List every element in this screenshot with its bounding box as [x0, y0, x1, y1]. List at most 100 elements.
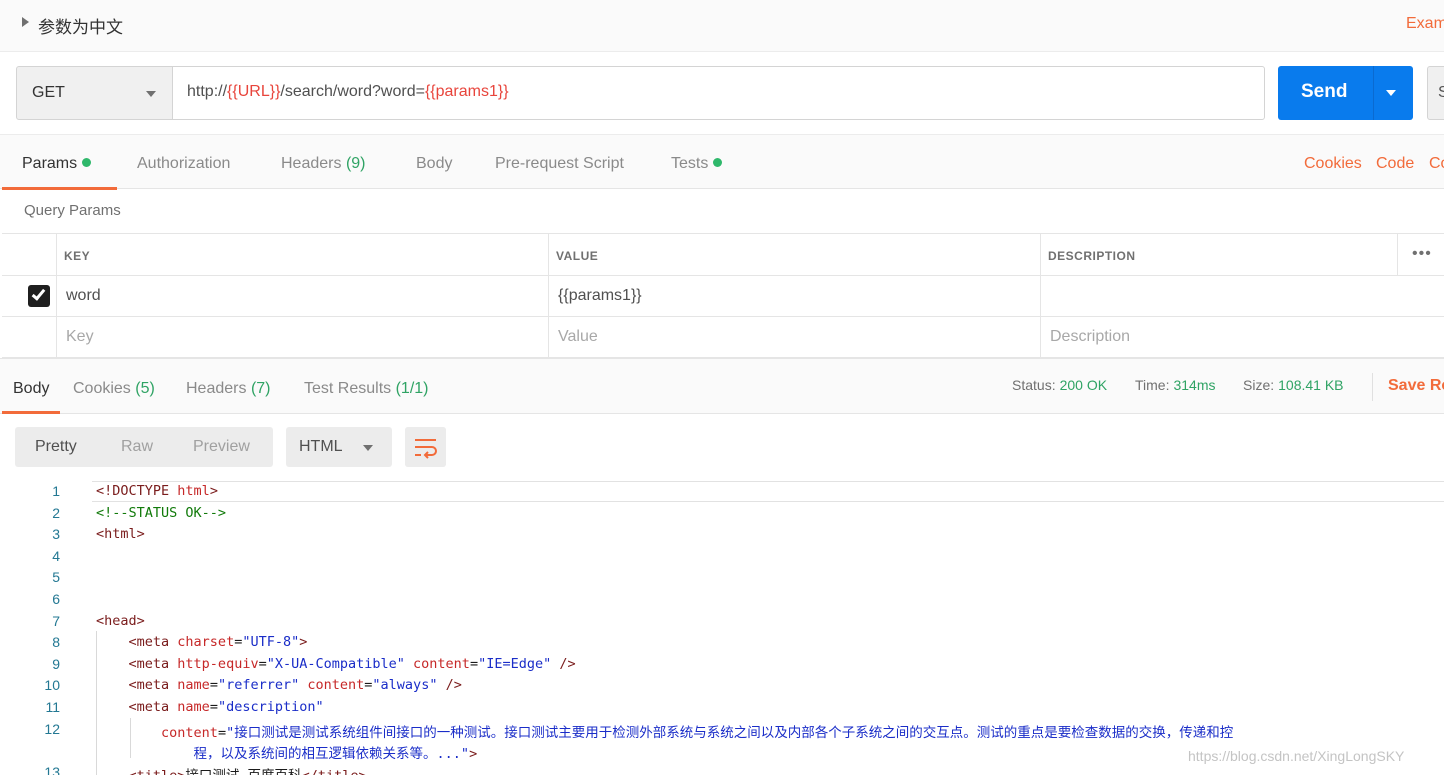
code-text: <!DOCTYPE html> [96, 483, 218, 499]
size-readout: Size: 108.41 KB [1243, 377, 1344, 393]
response-tab-body[interactable]: Body [13, 380, 49, 398]
format-pretty[interactable]: Pretty [35, 438, 77, 456]
line-number: 2 [52, 504, 60, 521]
send-options-chevron-icon[interactable] [1386, 90, 1396, 96]
tab-authorization[interactable]: Authorization [137, 155, 230, 173]
response-cookies-count: (5) [135, 380, 155, 397]
column-header-value: VALUE [556, 249, 599, 263]
response-tab-headers[interactable]: Headers (7) [186, 380, 271, 398]
code-text: <meta charset="UTF-8"> [128, 634, 308, 651]
tab-body[interactable]: Body [416, 155, 452, 173]
chevron-down-icon [363, 445, 373, 451]
comments-link[interactable]: Co [1429, 155, 1444, 173]
more-options-icon[interactable]: ••• [1412, 245, 1432, 263]
format-preview[interactable]: Preview [193, 438, 250, 456]
tests-indicator-dot [713, 158, 723, 167]
url-variable-params1: {{params1}} [424, 83, 509, 100]
response-headers-count: (7) [250, 380, 271, 397]
code-text: 程，以及系统间的相互逻辑依赖关系等。..."> [193, 746, 478, 763]
param-key-cell[interactable]: word [66, 287, 101, 305]
code-line: 6 [0, 588, 1444, 610]
language-label: HTML [299, 438, 343, 455]
line-number: 1 [52, 483, 60, 499]
active-response-tab-underline [2, 411, 60, 414]
format-raw[interactable]: Raw [121, 438, 153, 456]
column-divider [1040, 234, 1041, 358]
size-label: Size: [1243, 377, 1275, 393]
new-description-input[interactable]: Description [1050, 328, 1130, 346]
size-value: 108.41 KB [1278, 377, 1344, 393]
code-text: <meta name="referrer" content="always" /… [128, 677, 462, 694]
response-tab-cookies[interactable]: Cookies (5) [73, 380, 155, 398]
tab-headers[interactable]: Headers (9) [281, 155, 366, 173]
line-number: 6 [52, 591, 60, 607]
response-tab-tests-label: Test Results [304, 380, 392, 397]
line-number: 10 [44, 677, 60, 694]
response-tab-test-results[interactable]: Test Results (1/1) [304, 380, 429, 398]
time-label: Time: [1135, 377, 1170, 393]
send-label: Send [1301, 81, 1348, 102]
response-tab-headers-label: Headers [186, 380, 247, 397]
save-response-button[interactable]: Save Re [1388, 377, 1444, 395]
cookies-link[interactable]: Cookies [1304, 155, 1362, 173]
time-value: 314ms [1173, 377, 1216, 393]
tab-params[interactable]: Params [22, 155, 92, 173]
response-code-view[interactable]: 1 <!DOCTYPE html> 2 <!--STATUS OK--> 3 <html>… [0, 480, 1444, 775]
url-path: /search/word?word= [280, 83, 425, 100]
code-line: 4 [0, 545, 1444, 567]
method-select[interactable]: GET [16, 66, 173, 120]
tab-tests[interactable]: Tests [671, 155, 723, 173]
collapse-triangle-icon[interactable] [22, 17, 29, 27]
column-divider [1397, 234, 1398, 275]
format-toggle: Pretty Raw Preview [15, 427, 273, 467]
chevron-down-icon [146, 91, 156, 97]
table-divider [2, 316, 1444, 317]
request-name[interactable]: 参数为中文 [38, 13, 123, 38]
code-line: 2 <!--STATUS OK--> [0, 502, 1444, 524]
wrap-lines-icon [405, 427, 446, 467]
code-text: <!--STATUS OK--> [96, 504, 227, 521]
line-number: 3 [52, 526, 60, 543]
line-number: 12 [44, 720, 60, 737]
new-key-input[interactable]: Key [66, 328, 94, 346]
response-divider [1372, 373, 1373, 401]
param-value-cell[interactable]: {{params1}} [558, 287, 642, 305]
examples-link[interactable]: Exam [1406, 15, 1444, 33]
new-value-input[interactable]: Value [558, 328, 598, 346]
column-divider [548, 234, 549, 358]
tab-tests-label: Tests [671, 155, 709, 172]
indent-guide [130, 718, 131, 758]
code-line: 8 <meta charset="UTF-8"> [0, 631, 1444, 653]
time-readout: Time: 314ms [1135, 377, 1216, 393]
code-text: <meta name="description" [128, 699, 324, 715]
code-link[interactable]: Code [1376, 155, 1414, 173]
tab-headers-count: (9) [345, 155, 366, 172]
table-divider [2, 275, 1444, 276]
code-line: 9 <meta http-equiv="X-UA-Compatible" con… [0, 653, 1444, 675]
column-header-description: DESCRIPTION [1048, 249, 1136, 263]
url-input[interactable]: http://{{URL}}/search/word?word={{params… [172, 66, 1265, 120]
tab-prerequest-script[interactable]: Pre-request Script [495, 155, 624, 173]
active-tab-underline [2, 187, 117, 190]
param-enabled-checkbox[interactable] [28, 285, 50, 307]
line-number: 8 [52, 634, 60, 651]
tab-params-label: Params [22, 155, 78, 172]
code-line: 12 content="接口测试是测试系统组件间接口的一种测试。接口测试主要用于… [0, 718, 1444, 741]
status-label: Status: [1012, 377, 1056, 393]
column-divider [56, 234, 57, 358]
status-value: 200 OK [1059, 377, 1108, 393]
code-text: <html> [96, 526, 145, 543]
tab-headers-label: Headers [281, 155, 342, 172]
line-number: 5 [52, 569, 60, 586]
send-button[interactable]: Send [1278, 66, 1413, 120]
code-line: 11 <meta name="description" [0, 696, 1444, 718]
code-line: 5 [0, 566, 1444, 588]
language-select[interactable]: HTML [286, 427, 392, 467]
save-button[interactable]: S [1427, 66, 1444, 120]
response-tab-cookies-label: Cookies [73, 380, 131, 397]
request-tabs: Params Authorization Headers (9) Body Pr… [0, 134, 1444, 190]
code-text: content="接口测试是测试系统组件间接口的一种测试。接口测试主要用于检测外… [161, 724, 1234, 741]
url-variable-url: {{URL}} [227, 83, 281, 100]
method-label: GET [32, 84, 65, 101]
wrap-lines-button[interactable] [405, 427, 446, 467]
